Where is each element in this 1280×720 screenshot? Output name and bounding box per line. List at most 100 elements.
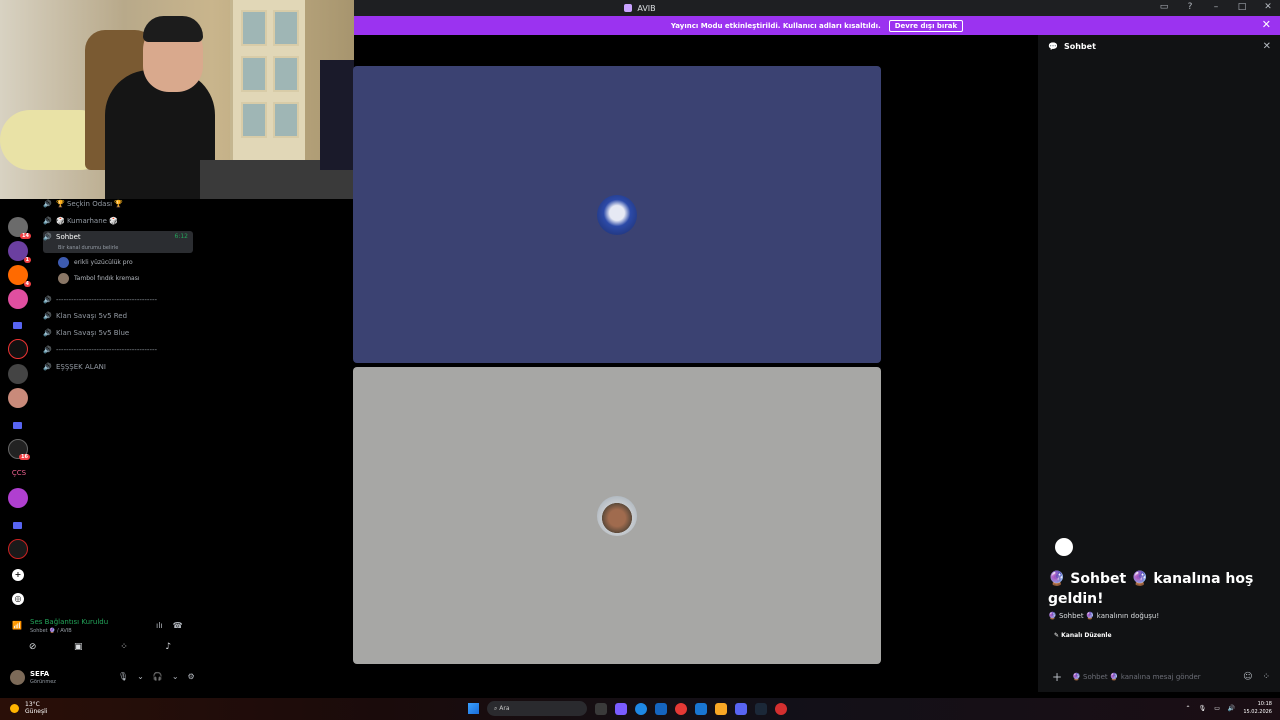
voice-user[interactable]: erikli yüzücülük pro [58, 256, 133, 269]
avatar[interactable] [10, 670, 25, 685]
start-button[interactable] [468, 703, 479, 714]
edit-channel-button[interactable]: ✎ Kanalı Düzenle [1054, 632, 1112, 639]
avatar [597, 195, 637, 235]
chat-panel: 💬 Sohbet ✕ 🔮 Sohbet 🔮 kanalına hoş geldi… [1038, 35, 1280, 692]
signal-icon[interactable]: 📶 [12, 621, 22, 630]
disable-streamer-mode-button[interactable]: Devre dışı bırak [888, 19, 964, 32]
server-icon[interactable] [8, 339, 28, 359]
server-icon[interactable] [8, 289, 28, 309]
microphone-icon[interactable]: 🎙 [118, 672, 128, 681]
server-icon[interactable]: 1 [8, 241, 31, 263]
channel-list: 🔊 🏆 Seçkin Odası 🏆 🔊 🎲 Kumarhane 🎲 🔊 Soh… [36, 199, 196, 609]
minimize-button[interactable]: – [1210, 2, 1222, 12]
store-icon[interactable] [655, 702, 667, 715]
chevron-down-icon[interactable]: ⌄ [137, 672, 144, 681]
app-icon[interactable] [775, 702, 787, 715]
folder-icon[interactable] [13, 322, 22, 329]
server-icon[interactable]: 16 [8, 439, 30, 460]
voice-channel[interactable]: 🔊 --------------------------------------… [43, 293, 193, 307]
voice-channel[interactable]: 🔊 --------------------------------------… [43, 343, 193, 357]
folder-icon[interactable] [13, 522, 22, 529]
disconnect-icon[interactable]: ☎ [173, 621, 183, 630]
chevron-down-icon[interactable]: ⌄ [172, 672, 179, 681]
server-icon[interactable] [8, 539, 28, 559]
speaker-icon: 🔊 [43, 233, 52, 241]
close-window-button[interactable]: ✕ [1262, 2, 1274, 12]
channel-origin-text: 🔮 Sohbet 🔮 kanalının doğuşu! [1048, 612, 1160, 620]
server-icon[interactable] [8, 488, 28, 508]
window-title: AVIB [637, 3, 656, 13]
server-text-label[interactable]: ÇCS [8, 469, 30, 477]
server-icon[interactable] [8, 364, 28, 384]
emoji-icon[interactable]: ☺ [1243, 672, 1252, 682]
server-list: 14 1 4 16 ÇCS + ◎ [0, 199, 36, 609]
noise-suppression-icon[interactable]: ılı [156, 621, 163, 630]
message-input[interactable]: + 🔮 Sohbet 🔮 kanalına mesaj gönder ☺ ⁘ [1046, 666, 1274, 688]
chevron-up-icon[interactable]: ⌃ [1186, 705, 1191, 712]
apps-icon[interactable]: ⁘ [1262, 672, 1270, 682]
outlook-icon[interactable] [695, 702, 707, 715]
channel-status[interactable]: Bir kanal durumu belirle [58, 245, 118, 251]
voice-channel[interactable]: 🔊 Klan Savaşı 5v5 Red [43, 309, 193, 323]
chat-bubble-icon [1055, 538, 1073, 556]
speaker-icon: 🔊 [43, 217, 52, 225]
window-controls: ▭ ? – □ ✕ [1158, 2, 1274, 12]
soundboard-icon[interactable]: ♪ [165, 642, 171, 652]
speaker-icon: 🔊 [43, 296, 52, 304]
webcam-overlay [0, 0, 354, 199]
chat-header: 💬 Sohbet [1048, 42, 1096, 51]
username[interactable]: SEFA [30, 670, 49, 678]
voice-channel-path[interactable]: Sohbet 🔮 / AVIB [30, 628, 72, 634]
voice-channel[interactable]: 🔊 Klan Savaşı 5v5 Blue [43, 326, 193, 340]
chrome-icon[interactable] [675, 702, 687, 715]
clock[interactable]: 10:18 15.02.2026 [1243, 700, 1272, 716]
close-icon[interactable]: ✕ [1262, 18, 1271, 31]
folder-icon[interactable] [715, 702, 727, 715]
headphones-icon[interactable]: 🎧 [153, 672, 163, 681]
app-icon[interactable] [615, 702, 627, 715]
avatar [58, 273, 69, 284]
help-icon[interactable]: ? [1184, 2, 1196, 12]
message-placeholder: 🔮 Sohbet 🔮 kanalına mesaj gönder [1072, 673, 1201, 681]
discord-icon[interactable] [735, 702, 747, 715]
close-chat-icon[interactable]: ✕ [1263, 41, 1271, 52]
app-icon [624, 4, 633, 12]
voice-channel[interactable]: 🔊 EŞŞŞEK ALANI [43, 360, 193, 374]
voice-status[interactable]: Ses Bağlantısı Kuruldu [30, 618, 108, 626]
add-attachment-icon[interactable]: + [1052, 670, 1062, 684]
speaker-icon: 🔊 [43, 363, 52, 371]
sun-icon [10, 703, 19, 713]
microphone-icon[interactable]: 🎙 [1199, 705, 1207, 712]
network-icon[interactable]: ▭ [1214, 705, 1220, 712]
folder-icon[interactable] [13, 422, 22, 429]
inbox-icon[interactable]: ▭ [1158, 2, 1170, 12]
participant-tile[interactable] [353, 367, 881, 664]
taskbar: 13°C Güneşli ⌕ Ara ⌃ 🎙 ▭ 🔊 10:18 15.02.2… [0, 698, 1280, 720]
speaker-icon: 🔊 [43, 329, 52, 337]
activities-icon[interactable]: ⁘ [120, 642, 128, 652]
maximize-button[interactable]: □ [1236, 2, 1248, 12]
add-server-icon[interactable]: + [12, 569, 24, 581]
settings-gear-icon[interactable]: ⚙ [188, 672, 195, 681]
channel-timer: 6:12 [174, 233, 188, 240]
voice-channel[interactable]: 🔊 🎲 Kumarhane 🎲 [43, 214, 193, 228]
server-icon[interactable]: 14 [8, 217, 31, 239]
banner-text: Yayıncı Modu etkinleştirildi. Kullanıcı … [670, 21, 881, 30]
steam-icon[interactable] [755, 702, 767, 715]
edge-icon[interactable] [635, 702, 647, 715]
avatar [597, 496, 637, 536]
user-status: Görünmez [30, 679, 56, 685]
search-box[interactable]: ⌕ Ara [487, 701, 587, 716]
camera-off-icon[interactable]: ⊘ [29, 642, 37, 652]
participant-tile[interactable] [353, 66, 881, 363]
discover-icon[interactable]: ◎ [12, 593, 24, 605]
voice-user[interactable]: Tambol fındık kreması [58, 272, 140, 285]
server-icon[interactable] [8, 388, 28, 408]
task-view-icon[interactable] [595, 702, 607, 715]
weather-widget[interactable]: 13°C Güneşli [10, 701, 47, 715]
voice-channel[interactable]: 🔊 🏆 Seçkin Odası 🏆 [43, 197, 193, 211]
volume-icon[interactable]: 🔊 [1228, 705, 1235, 712]
speaker-icon: 🔊 [43, 346, 52, 354]
screen-share-icon[interactable]: ▣ [74, 642, 83, 652]
server-icon[interactable]: 4 [8, 265, 31, 287]
